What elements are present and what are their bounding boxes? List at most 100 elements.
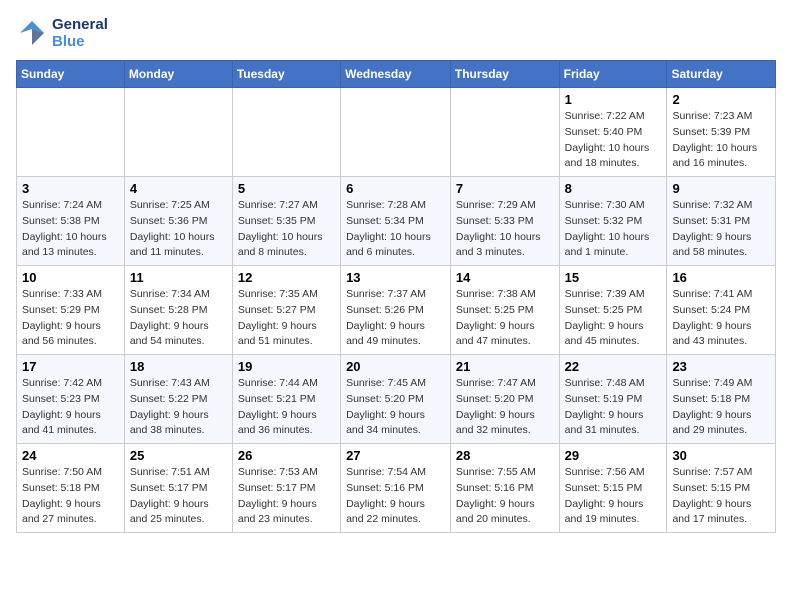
day-number: 6 <box>346 181 445 196</box>
day-number: 14 <box>456 270 554 285</box>
day-info: Sunrise: 7:30 AMSunset: 5:32 PMDaylight:… <box>565 198 662 261</box>
day-info: Sunrise: 7:37 AMSunset: 5:26 PMDaylight:… <box>346 287 445 350</box>
day-number: 21 <box>456 359 554 374</box>
calendar-week-row: 10 Sunrise: 7:33 AMSunset: 5:29 PMDayligh… <box>17 266 776 355</box>
day-info: Sunrise: 7:45 AMSunset: 5:20 PMDaylight:… <box>346 376 445 439</box>
day-info: Sunrise: 7:56 AMSunset: 5:15 PMDaylight:… <box>565 465 662 528</box>
day-header-monday: Monday <box>124 61 232 88</box>
day-number: 8 <box>565 181 662 196</box>
day-header-thursday: Thursday <box>450 61 559 88</box>
day-info: Sunrise: 7:57 AMSunset: 5:15 PMDaylight:… <box>672 465 770 528</box>
day-header-saturday: Saturday <box>667 61 776 88</box>
calendar-cell: 30 Sunrise: 7:57 AMSunset: 5:15 PMDayligh… <box>667 444 776 533</box>
day-number: 11 <box>130 270 227 285</box>
calendar-cell: 12 Sunrise: 7:35 AMSunset: 5:27 PMDayligh… <box>232 266 340 355</box>
day-number: 15 <box>565 270 662 285</box>
calendar-cell: 16 Sunrise: 7:41 AMSunset: 5:24 PMDayligh… <box>667 266 776 355</box>
day-info: Sunrise: 7:27 AMSunset: 5:35 PMDaylight:… <box>238 198 335 261</box>
day-info: Sunrise: 7:55 AMSunset: 5:16 PMDaylight:… <box>456 465 554 528</box>
calendar-cell: 29 Sunrise: 7:56 AMSunset: 5:15 PMDayligh… <box>559 444 667 533</box>
day-info: Sunrise: 7:41 AMSunset: 5:24 PMDaylight:… <box>672 287 770 350</box>
calendar-cell <box>17 88 125 177</box>
day-info: Sunrise: 7:34 AMSunset: 5:28 PMDaylight:… <box>130 287 227 350</box>
day-info: Sunrise: 7:51 AMSunset: 5:17 PMDaylight:… <box>130 465 227 528</box>
day-number: 25 <box>130 448 227 463</box>
day-info: Sunrise: 7:48 AMSunset: 5:19 PMDaylight:… <box>565 376 662 439</box>
day-info: Sunrise: 7:47 AMSunset: 5:20 PMDaylight:… <box>456 376 554 439</box>
calendar-cell <box>450 88 559 177</box>
day-number: 26 <box>238 448 335 463</box>
calendar-cell: 14Sunrise: 7:38 AMSunset: 5:25 PMDayligh… <box>450 266 559 355</box>
day-info: Sunrise: 7:35 AMSunset: 5:27 PMDaylight:… <box>238 287 335 350</box>
calendar-cell: 9 Sunrise: 7:32 AMSunset: 5:31 PMDaylight… <box>667 177 776 266</box>
calendar-cell: 26 Sunrise: 7:53 AMSunset: 5:17 PMDayligh… <box>232 444 340 533</box>
day-number: 12 <box>238 270 335 285</box>
day-number: 1 <box>565 92 662 107</box>
day-info: Sunrise: 7:43 AMSunset: 5:22 PMDaylight:… <box>130 376 227 439</box>
calendar-table: SundayMondayTuesdayWednesdayThursdayFrid… <box>16 60 776 533</box>
day-info: Sunrise: 7:53 AMSunset: 5:17 PMDaylight:… <box>238 465 335 528</box>
calendar-cell <box>124 88 232 177</box>
calendar-cell: 28Sunrise: 7:55 AMSunset: 5:16 PMDayligh… <box>450 444 559 533</box>
calendar-cell: 20 Sunrise: 7:45 AMSunset: 5:20 PMDayligh… <box>341 355 451 444</box>
calendar-cell: 15Sunrise: 7:39 AMSunset: 5:25 PMDayligh… <box>559 266 667 355</box>
day-info: Sunrise: 7:42 AMSunset: 5:23 PMDaylight:… <box>22 376 119 439</box>
calendar-cell: 13 Sunrise: 7:37 AMSunset: 5:26 PMDayligh… <box>341 266 451 355</box>
calendar-cell: 7 Sunrise: 7:29 AMSunset: 5:33 PMDaylight… <box>450 177 559 266</box>
day-info: Sunrise: 7:49 AMSunset: 5:18 PMDaylight:… <box>672 376 770 439</box>
calendar-cell: 6 Sunrise: 7:28 AMSunset: 5:34 PMDaylight… <box>341 177 451 266</box>
calendar-cell: 25 Sunrise: 7:51 AMSunset: 5:17 PMDayligh… <box>124 444 232 533</box>
day-info: Sunrise: 7:50 AMSunset: 5:18 PMDaylight:… <box>22 465 119 528</box>
calendar-cell <box>341 88 451 177</box>
day-number: 9 <box>672 181 770 196</box>
calendar-cell: 17 Sunrise: 7:42 AMSunset: 5:23 PMDayligh… <box>17 355 125 444</box>
day-number: 17 <box>22 359 119 374</box>
day-number: 24 <box>22 448 119 463</box>
calendar-cell: 22 Sunrise: 7:48 AMSunset: 5:19 PMDayligh… <box>559 355 667 444</box>
day-header-sunday: Sunday <box>17 61 125 88</box>
day-info: Sunrise: 7:23 AMSunset: 5:39 PMDaylight:… <box>672 109 770 172</box>
day-number: 3 <box>22 181 119 196</box>
day-number: 4 <box>130 181 227 196</box>
day-number: 23 <box>672 359 770 374</box>
logo: General Blue <box>16 16 108 50</box>
day-info: Sunrise: 7:44 AMSunset: 5:21 PMDaylight:… <box>238 376 335 439</box>
calendar-cell: 10 Sunrise: 7:33 AMSunset: 5:29 PMDayligh… <box>17 266 125 355</box>
day-info: Sunrise: 7:29 AMSunset: 5:33 PMDaylight:… <box>456 198 554 261</box>
day-number: 30 <box>672 448 770 463</box>
page-header: General Blue <box>16 16 776 50</box>
day-number: 27 <box>346 448 445 463</box>
day-number: 5 <box>238 181 335 196</box>
day-number: 18 <box>130 359 227 374</box>
day-info: Sunrise: 7:33 AMSunset: 5:29 PMDaylight:… <box>22 287 119 350</box>
day-info: Sunrise: 7:25 AMSunset: 5:36 PMDaylight:… <box>130 198 227 261</box>
day-number: 16 <box>672 270 770 285</box>
day-info: Sunrise: 7:28 AMSunset: 5:34 PMDaylight:… <box>346 198 445 261</box>
day-number: 22 <box>565 359 662 374</box>
day-header-friday: Friday <box>559 61 667 88</box>
calendar-week-row: 1Sunrise: 7:22 AMSunset: 5:40 PMDaylight… <box>17 88 776 177</box>
day-info: Sunrise: 7:32 AMSunset: 5:31 PMDaylight:… <box>672 198 770 261</box>
day-number: 29 <box>565 448 662 463</box>
day-number: 13 <box>346 270 445 285</box>
day-number: 19 <box>238 359 335 374</box>
day-info: Sunrise: 7:54 AMSunset: 5:16 PMDaylight:… <box>346 465 445 528</box>
day-number: 10 <box>22 270 119 285</box>
calendar-week-row: 17 Sunrise: 7:42 AMSunset: 5:23 PMDayligh… <box>17 355 776 444</box>
calendar-cell: 3Sunrise: 7:24 AMSunset: 5:38 PMDaylight… <box>17 177 125 266</box>
day-header-wednesday: Wednesday <box>341 61 451 88</box>
calendar-cell: 4 Sunrise: 7:25 AMSunset: 5:36 PMDaylight… <box>124 177 232 266</box>
calendar-cell: 2 Sunrise: 7:23 AMSunset: 5:39 PMDaylight… <box>667 88 776 177</box>
calendar-cell: 23 Sunrise: 7:49 AMSunset: 5:18 PMDayligh… <box>667 355 776 444</box>
day-number: 20 <box>346 359 445 374</box>
calendar-cell: 24 Sunrise: 7:50 AMSunset: 5:18 PMDayligh… <box>17 444 125 533</box>
calendar-week-row: 24 Sunrise: 7:50 AMSunset: 5:18 PMDayligh… <box>17 444 776 533</box>
calendar-cell: 8 Sunrise: 7:30 AMSunset: 5:32 PMDaylight… <box>559 177 667 266</box>
calendar-cell <box>232 88 340 177</box>
day-number: 7 <box>456 181 554 196</box>
calendar-week-row: 3Sunrise: 7:24 AMSunset: 5:38 PMDaylight… <box>17 177 776 266</box>
calendar-cell: 1Sunrise: 7:22 AMSunset: 5:40 PMDaylight… <box>559 88 667 177</box>
calendar-cell: 11 Sunrise: 7:34 AMSunset: 5:28 PMDayligh… <box>124 266 232 355</box>
day-number: 2 <box>672 92 770 107</box>
calendar-cell: 27 Sunrise: 7:54 AMSunset: 5:16 PMDayligh… <box>341 444 451 533</box>
